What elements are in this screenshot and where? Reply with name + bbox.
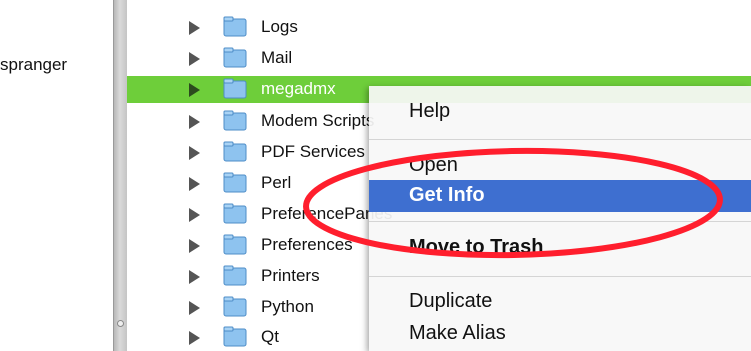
menu-separator — [369, 221, 751, 222]
menu-item-label: Help — [409, 100, 451, 122]
scroll-grip-icon[interactable] — [117, 320, 124, 327]
menu-item-move-to-trash[interactable]: Move to Trash — [369, 232, 751, 264]
disclosure-triangle-icon[interactable] — [189, 301, 200, 315]
menu-item-duplicate[interactable]: Duplicate — [369, 286, 751, 318]
folder-icon — [223, 110, 247, 131]
disclosure-triangle-icon[interactable] — [189, 83, 200, 97]
folder-name: megadmx — [261, 79, 336, 98]
menu-item-label: Get Info — [409, 184, 485, 206]
folder-icon — [223, 234, 247, 255]
disclosure-triangle-icon[interactable] — [189, 52, 200, 66]
menu-item-label: Open — [409, 154, 458, 176]
disclosure-triangle-icon[interactable] — [189, 331, 200, 345]
folder-icon — [223, 141, 247, 162]
menu-item-get-info[interactable]: Get Info — [369, 180, 751, 212]
folder-icon — [223, 78, 247, 99]
folder-name: Logs — [261, 17, 298, 36]
folder-icon — [223, 172, 247, 193]
user-name-text: spranger — [0, 55, 68, 74]
menu-separator — [369, 139, 751, 140]
disclosure-triangle-icon[interactable] — [189, 270, 200, 284]
folder-name: PDF Services — [261, 142, 365, 161]
context-menu: Help Open Get Info Move to Trash Duplica… — [369, 86, 751, 351]
disclosure-triangle-icon[interactable] — [189, 115, 200, 129]
menu-item-label: Move to Trash — [409, 236, 544, 258]
folder-name: Perl — [261, 173, 292, 192]
menu-item-label: Duplicate — [409, 290, 493, 312]
disclosure-triangle-icon[interactable] — [189, 146, 200, 160]
folder-name: Python — [261, 297, 314, 316]
disclosure-triangle-icon[interactable] — [189, 208, 200, 222]
menu-item-label: Make Alias — [409, 322, 506, 344]
folder-name: Preferences — [261, 235, 353, 254]
folder-icon — [223, 47, 247, 68]
folder-row-mail[interactable]: Mail — [127, 45, 751, 72]
menu-item-open[interactable]: Open — [369, 150, 751, 182]
menu-item-make-alias[interactable]: Make Alias — [369, 318, 751, 350]
disclosure-triangle-icon[interactable] — [189, 239, 200, 253]
folder-icon — [223, 203, 247, 224]
folder-row-logs[interactable]: Logs — [127, 14, 751, 41]
menu-item-help[interactable]: Help — [369, 96, 751, 128]
folder-name: Qt — [261, 327, 279, 346]
folder-icon — [223, 16, 247, 37]
vertical-scrollbar[interactable] — [113, 0, 128, 351]
folder-name: Modem Scripts — [261, 111, 375, 130]
folder-icon — [223, 265, 247, 286]
disclosure-triangle-icon[interactable] — [189, 21, 200, 35]
disclosure-triangle-icon[interactable] — [189, 177, 200, 191]
folder-name: Mail — [261, 48, 293, 67]
menu-separator — [369, 276, 751, 277]
folder-name: Printers — [261, 266, 320, 285]
sidebar-user-label[interactable]: spranger — [0, 55, 67, 75]
folder-icon — [223, 326, 247, 347]
folder-icon — [223, 296, 247, 317]
